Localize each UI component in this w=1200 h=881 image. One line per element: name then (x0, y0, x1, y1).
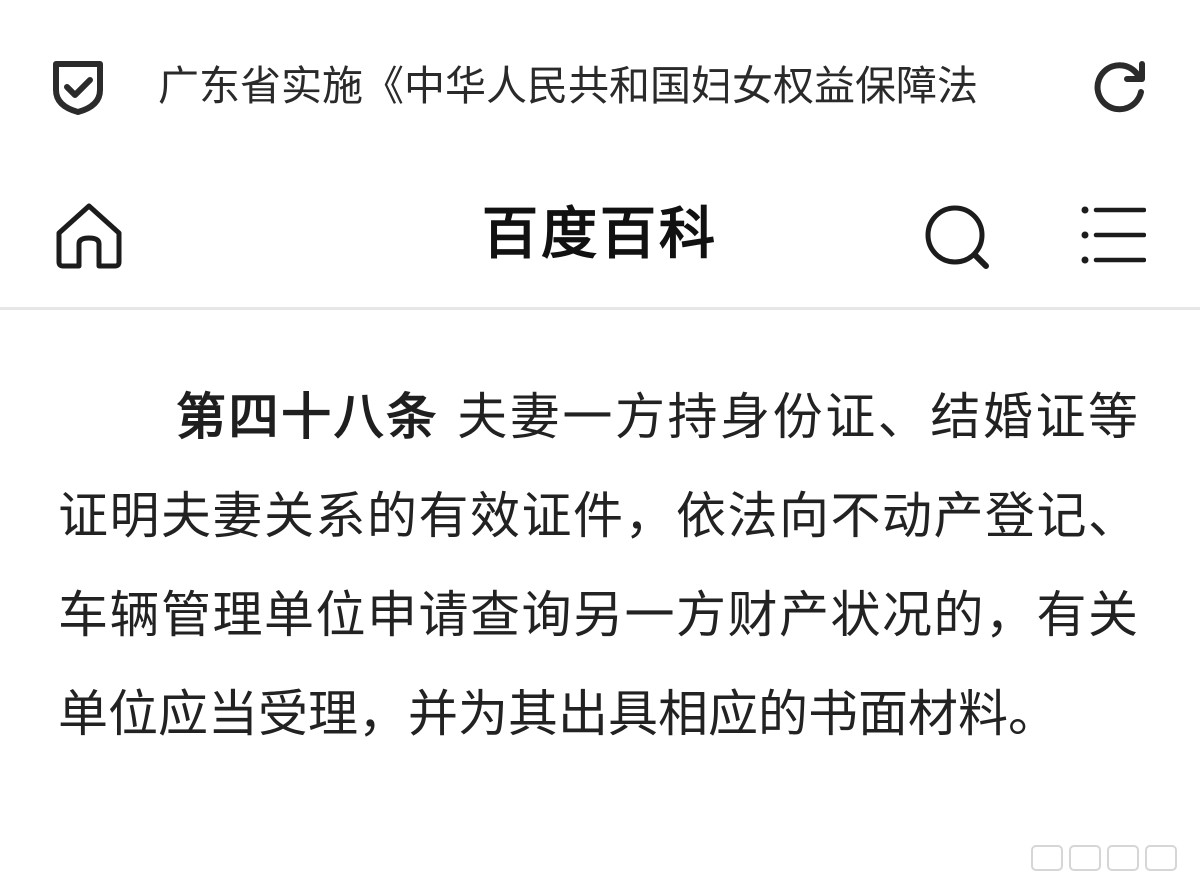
site-header: 百度百科 (0, 175, 1200, 310)
address-bar: 广东省实施《中华人民共和国妇女权益保障法 (0, 0, 1200, 175)
article-body: 第四十八条 夫妻一方持身份证、结婚证等证明夫妻关系的有效证件，依法向不动产登记、… (58, 368, 1138, 764)
article-paragraph: 第四十八条 夫妻一方持身份证、结婚证等证明夫妻关系的有效证件，依法向不动产登记、… (58, 368, 1138, 764)
search-icon[interactable] (922, 202, 992, 272)
menu-icon[interactable] (1080, 205, 1146, 265)
article-number: 第四十八条 (176, 388, 439, 446)
shield-check-icon[interactable] (50, 56, 106, 116)
watermark-logo (1031, 845, 1177, 871)
page-title[interactable]: 广东省实施《中华人民共和国妇女权益保障法 (158, 58, 1048, 114)
reload-icon[interactable] (1090, 56, 1150, 116)
site-title: 百度百科 (482, 202, 718, 267)
